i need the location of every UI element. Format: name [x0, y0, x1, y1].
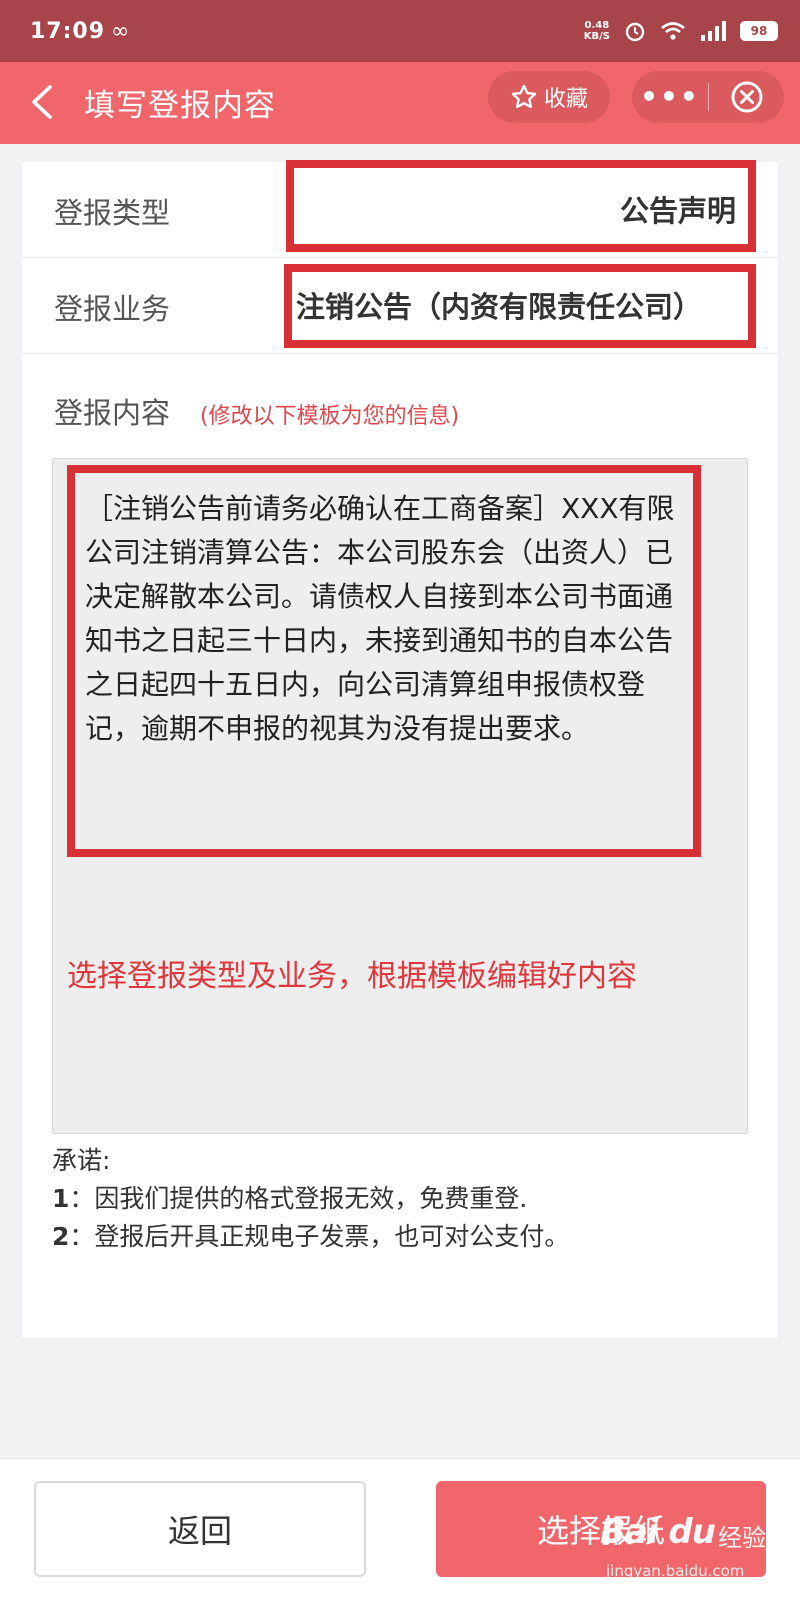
type-value[interactable]: 公告声明: [620, 188, 736, 230]
star-icon: [511, 84, 537, 109]
promise-title: 承诺:: [52, 1146, 111, 1175]
infinity-icon: ∞: [111, 18, 130, 44]
back-button[interactable]: 返回: [34, 1481, 366, 1577]
form-card: 登报类型 公告声明 登报业务 注销公告（内资有限责任公司） 登报内容 (修改以下…: [22, 160, 778, 1338]
business-label: 登报业务: [54, 292, 171, 326]
status-icons: 0.48 KB/S 98: [584, 20, 778, 42]
status-time: 17:09: [30, 18, 106, 44]
instruction-text: 选择登报类型及业务，根据模板编辑好内容: [67, 959, 637, 994]
watermark-logo: Bai du: [600, 1512, 716, 1552]
close-button[interactable]: [709, 80, 784, 114]
template-text[interactable]: ［注销公告前请务必确认在工商备案］XXX有限公司注销清算公告：本公司股东会（出资…: [85, 487, 689, 751]
watermark-url: jingyan.baidu.com: [606, 1562, 745, 1580]
favorite-button[interactable]: 收藏: [488, 71, 610, 123]
content-textarea[interactable]: ［注销公告前请务必确认在工商备案］XXX有限公司注销清算公告：本公司股东会（出资…: [52, 458, 748, 1134]
alarm-icon: [625, 22, 645, 42]
watermark-brand: 经验: [718, 1524, 766, 1552]
battery-icon: 98: [740, 21, 778, 41]
business-row[interactable]: 登报业务 注销公告（内资有限责任公司）: [22, 258, 778, 354]
promise-item: 2：登报后开具正规电子发票，也可对公支付。: [52, 1222, 570, 1251]
business-value[interactable]: 注销公告（内资有限责任公司）: [296, 284, 702, 326]
close-icon: [731, 81, 762, 113]
miniapp-capsule: •••: [632, 71, 784, 123]
type-row[interactable]: 登报类型 公告声明: [22, 160, 778, 258]
title-bar: 填写登报内容 收藏 •••: [0, 62, 800, 144]
content-hint: (修改以下模板为您的信息): [200, 404, 460, 429]
wifi-icon: [661, 22, 685, 40]
promise-section: 承诺: 1：因我们提供的格式登报无效，免费重登. 2：登报后开具正规电子发票，也…: [52, 1142, 569, 1256]
baidu-jingyan-watermark: Bai du 经验 jingyan.baidu.com: [600, 1512, 790, 1592]
type-label: 登报类型: [54, 196, 171, 230]
content-label: 登报内容: [54, 396, 171, 430]
back-arrow-icon[interactable]: [28, 84, 58, 120]
promise-item: 1：因我们提供的格式登报无效，免费重登.: [52, 1184, 528, 1213]
status-bar: 17:09 ∞ 0.48 KB/S 98: [0, 0, 800, 62]
signal-icon: [701, 21, 726, 41]
favorite-label: 收藏: [543, 87, 588, 112]
page-title: 填写登报内容: [84, 88, 276, 124]
more-button[interactable]: •••: [632, 71, 708, 123]
net-speed: 0.48 KB/S: [583, 20, 610, 42]
